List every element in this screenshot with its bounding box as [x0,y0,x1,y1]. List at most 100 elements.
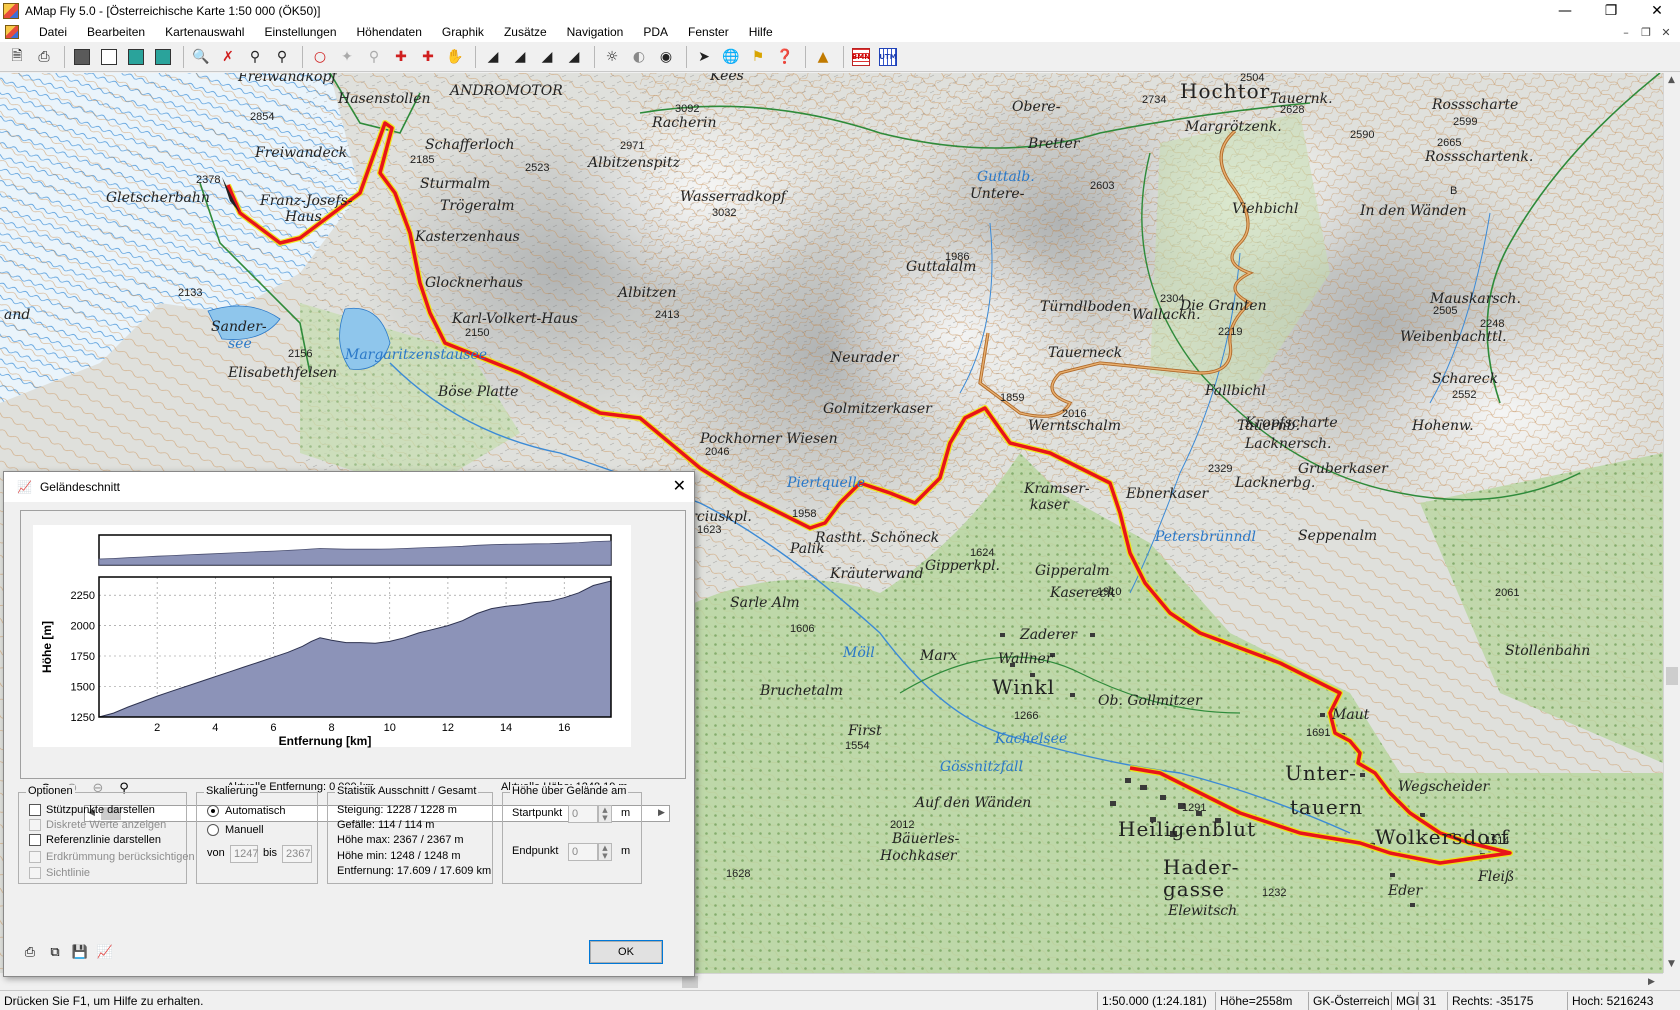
options-legend: Optionen [26,785,75,797]
triangle-icon[interactable]: ◢ [508,45,532,69]
menu-datei[interactable]: Datei [29,25,77,39]
document-icon[interactable] [5,25,19,39]
status-datum: MGI [1391,992,1419,1010]
menu-navigation[interactable]: Navigation [557,25,634,39]
menu-graphik[interactable]: Graphik [432,25,494,39]
menu-bearbeiten[interactable]: Bearbeiten [77,25,155,39]
place-label: 1624 [970,547,995,559]
place-label: Kees [710,73,744,84]
y-tick-label: 2250 [71,590,95,602]
menu-hoehendaten[interactable]: Höhendaten [347,25,432,39]
toolbar-separator [475,45,476,68]
copy-map-icon[interactable] [70,45,94,69]
menu-pda[interactable]: PDA [633,25,678,39]
chart-export-icon[interactable]: 📈 [96,943,114,961]
copy-window-icon[interactable] [97,45,121,69]
zoom-in-icon[interactable]: 🔍 [189,45,213,69]
map-vertical-scrollbar[interactable]: ▲ ▼ [1663,73,1680,973]
map-horizontal-scrollbar[interactable]: ▶ [652,973,1663,990]
save-icon[interactable]: 💾 [71,943,89,961]
scroll-thumb[interactable] [682,976,698,988]
print-icon[interactable]: ⎙ [32,45,56,69]
start-spinner: ▲ ▼ [598,805,612,823]
ok-button[interactable]: OK [589,940,663,964]
place-label: Winkl [992,675,1055,699]
copy-icon[interactable]: ⧉ [46,943,64,961]
status-bar: Drücken Sie F1, um Hilfe zu erhalten. 1:… [0,990,1680,1010]
menu-kartenauswahl[interactable]: Kartenauswahl [155,25,254,39]
place-label: Trögeralm [440,198,515,214]
restore-icon[interactable]: ❐ [1588,0,1634,22]
place-label: ANDROMOTOR [450,83,563,99]
checkbox-box [29,867,41,879]
place-label: 2329 [1208,463,1233,475]
menu-hilfe[interactable]: Hilfe [739,25,783,39]
sun-icon[interactable]: ☼ [600,45,624,69]
start-unit: m [621,807,631,819]
mdi-minimize-icon[interactable]: – [1616,26,1636,39]
zoom-fit-icon[interactable]: ⚲ [270,45,294,69]
end-spinner: ▲ ▼ [598,843,612,861]
y-tick-label: 1750 [71,651,95,663]
mdi-restore-icon[interactable]: ❐ [1636,26,1656,39]
zoom-cancel-icon[interactable]: ✗ [216,45,240,69]
menu-einstellungen[interactable]: Einstellungen [254,25,346,39]
scroll-down-icon[interactable]: ▼ [1668,959,1675,969]
close-icon[interactable]: ✕ [673,476,686,495]
place-label: Schareck [1432,371,1499,387]
place-label: Freiwandeck [255,145,348,161]
place-label: Petersbrünndl [1155,529,1257,545]
help-cursor-icon[interactable]: ❓ [773,45,797,69]
flag-icon[interactable]: ⚑ [746,45,770,69]
scroll-up-icon[interactable]: ▲ [1668,75,1675,85]
map-overview-icon[interactable] [124,45,148,69]
checkbox-referenzlinie[interactable]: Referenzlinie darstellen [29,834,161,846]
place-label: 2665 [1437,137,1462,149]
start-height-field: 0 [568,805,598,823]
close-icon[interactable]: ✕ [1634,0,1680,22]
radio-automatisch[interactable]: Automatisch [207,805,286,817]
print-icon[interactable]: ⎙ [21,943,39,961]
mdi-close-icon[interactable]: ✕ [1656,26,1676,39]
dot-icon[interactable]: ◉ [654,45,678,69]
checkbox-box[interactable] [29,834,41,846]
arrow-icon[interactable]: ➤ [692,45,716,69]
place-label: Hohenw. [1412,418,1474,434]
scroll-right-icon[interactable]: ▶ [1648,977,1655,987]
zoom-out-icon[interactable]: ⚲ [243,45,267,69]
hand-pan-icon[interactable]: ✋ [443,45,467,69]
radio-dot[interactable] [207,805,219,817]
radio-dot[interactable] [207,824,219,836]
scale-from-field: 1247 [230,845,258,863]
minimize-icon[interactable]: — [1542,0,1588,22]
circle-icon[interactable]: ○ [308,45,332,69]
place-label: Zaderer [1020,627,1077,643]
menu-fenster[interactable]: Fenster [678,25,739,39]
place-label: Lacknersch. [1245,436,1332,452]
new-file-icon[interactable]: 🗎 [5,45,29,69]
utm-grid-button[interactable]: UTM [876,45,900,69]
checkbox-sichtlinie: Sichtlinie [29,867,90,879]
bmn-grid-button[interactable]: BMN [849,45,873,69]
app-window: AMap Fly 5.0 - [Österreichische Karte 1:… [0,0,1680,1010]
checkbox-box[interactable] [29,804,41,816]
place-label: Weibenbachttl. [1400,329,1507,345]
place-label: see [228,336,252,352]
edit-route-icon[interactable]: ✚ [416,45,440,69]
scroll-thumb[interactable] [1666,667,1678,685]
place-label: Bretter [1028,136,1080,152]
scroll-right-icon[interactable]: ▶ [658,808,665,818]
map-detail-icon[interactable] [151,45,175,69]
globe-icon[interactable]: 🌐 [719,45,743,69]
triangle-icon[interactable]: ◢ [535,45,559,69]
relief-icon[interactable]: ▲ [811,45,835,69]
status-zone: 31 [1418,992,1436,1010]
measure-tool-icon[interactable]: ✚ [389,45,413,69]
radio-manuell[interactable]: Manuell [207,824,264,836]
shade-icon[interactable]: ◐ [627,45,651,69]
triangle-icon[interactable]: ◢ [562,45,586,69]
triangle-icon[interactable]: ◢ [481,45,505,69]
checkbox-stuetzpunkte[interactable]: Stützpunkte darstellen [29,804,155,816]
place-label: Freiwandkopf [238,73,337,85]
menu-zusaetze[interactable]: Zusätze [494,25,557,39]
